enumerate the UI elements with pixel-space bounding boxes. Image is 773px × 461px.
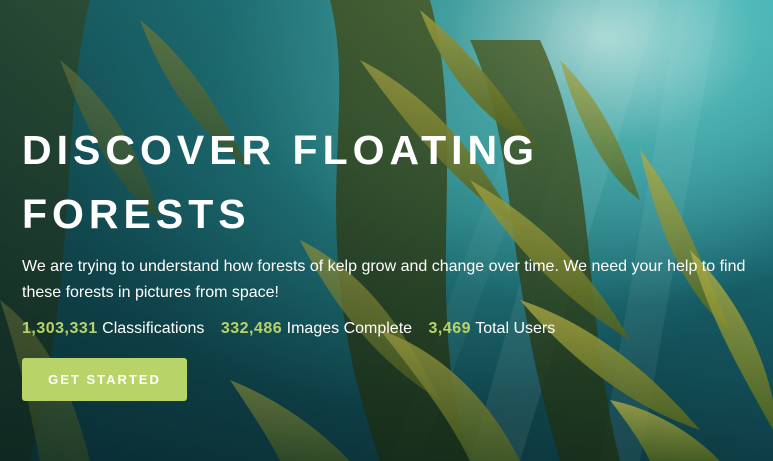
hero-banner: DISCOVER FLOATING FORESTS We are trying … xyxy=(0,0,773,461)
stat-classifications: 1,303,331 Classifications xyxy=(22,320,209,337)
page-title: DISCOVER FLOATING FORESTS xyxy=(22,127,540,237)
stat-total-users: 3,469 Total Users xyxy=(429,320,556,337)
stat-images-complete: 332,486 Images Complete xyxy=(221,320,417,337)
hero-content: DISCOVER FLOATING FORESTS We are trying … xyxy=(22,118,767,401)
stat-value: 1,303,331 xyxy=(22,320,98,337)
stat-value: 332,486 xyxy=(220,320,283,337)
stat-label: Total Users xyxy=(475,320,556,337)
stat-value: 3,469 xyxy=(428,320,472,337)
get-started-button[interactable]: GET STARTED xyxy=(22,358,187,401)
stat-label: Classifications xyxy=(102,320,205,337)
project-stats: 1,303,331 Classifications 332,486 Images… xyxy=(22,320,767,338)
stat-label: Images Complete xyxy=(286,320,413,337)
project-description: We are trying to understand how forests … xyxy=(22,258,746,301)
